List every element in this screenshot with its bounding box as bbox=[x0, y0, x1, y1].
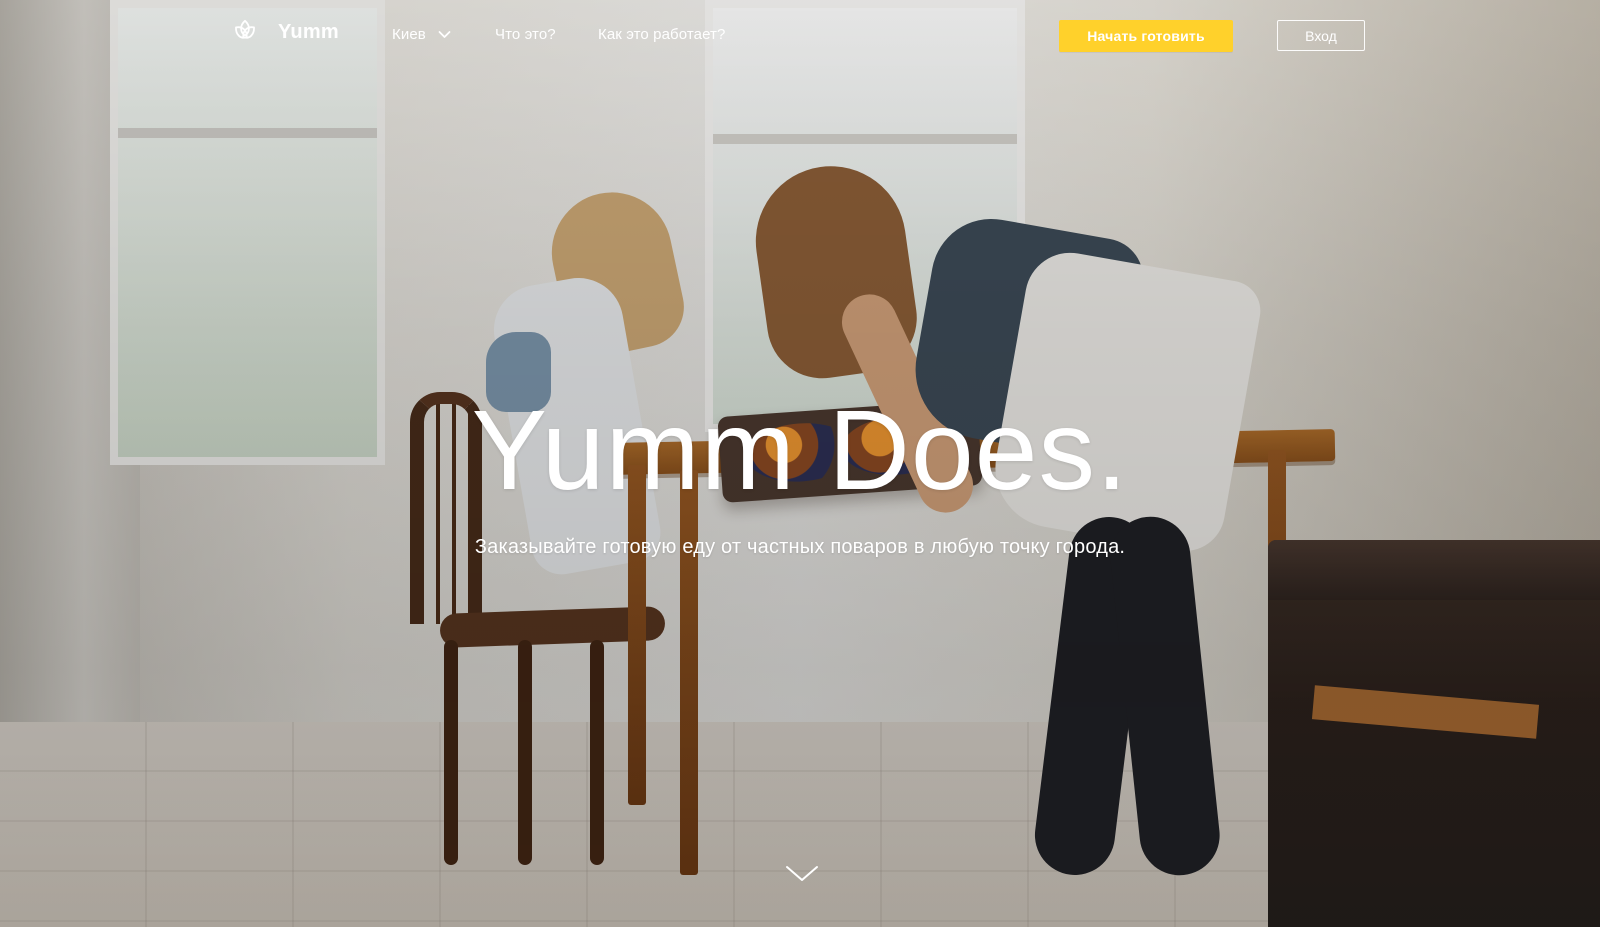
logo-link[interactable]: Yumm bbox=[231, 18, 339, 46]
yumm-logo-icon bbox=[231, 18, 259, 46]
hero-subtitle: Заказывайте готовую еду от частных повар… bbox=[474, 536, 1126, 558]
login-button[interactable]: Вход bbox=[1277, 20, 1365, 51]
chevron-down-icon bbox=[784, 866, 820, 890]
hero-section: Yumm Киев Что это? Как это работает? Нач… bbox=[0, 0, 1600, 927]
start-cooking-button[interactable]: Начать готовить bbox=[1059, 20, 1233, 52]
nav-how-it-works[interactable]: Как это работает? bbox=[598, 25, 725, 45]
nav-what-is-it[interactable]: Что это? bbox=[495, 25, 556, 45]
city-label: Киев bbox=[392, 26, 426, 43]
chevron-down-icon bbox=[438, 25, 451, 45]
scroll-down-button[interactable] bbox=[784, 862, 820, 886]
city-selector[interactable]: Киев bbox=[392, 25, 451, 45]
brand-name: Yumm bbox=[278, 20, 339, 43]
hero-title: Yumm Does. bbox=[471, 387, 1129, 513]
site-header: Yumm Киев Что это? Как это работает? Нач… bbox=[0, 0, 1600, 72]
